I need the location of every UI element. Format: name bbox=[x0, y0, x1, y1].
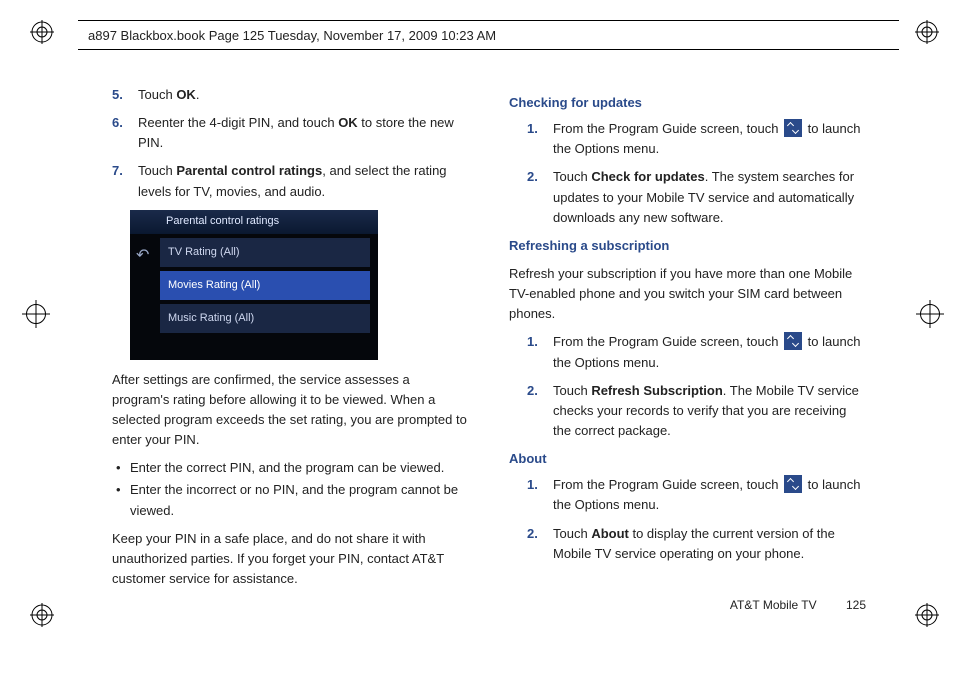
page-footer: AT&T Mobile TV 125 bbox=[730, 598, 866, 612]
step-number: 7. bbox=[112, 161, 138, 201]
list-item: 1.From the Program Guide screen, touch t… bbox=[527, 119, 866, 159]
screenshot-title: Parental control ratings bbox=[130, 210, 378, 234]
step-number: 6. bbox=[112, 113, 138, 153]
step-body: From the Program Guide screen, touch to … bbox=[553, 119, 866, 159]
parental-ratings-screenshot: Parental control ratings ↶ TV Rating (Al… bbox=[130, 210, 378, 360]
paragraph: After settings are confirmed, the servic… bbox=[112, 370, 469, 451]
doc-header: a897 Blackbox.book Page 125 Tuesday, Nov… bbox=[78, 20, 899, 50]
step-number: 5. bbox=[112, 85, 138, 105]
options-icon bbox=[784, 475, 802, 493]
crop-target-icon bbox=[916, 300, 944, 328]
crop-target-icon bbox=[22, 300, 50, 328]
step-number: 1. bbox=[527, 119, 553, 159]
step-number: 1. bbox=[527, 475, 553, 515]
bold-term: OK bbox=[338, 115, 358, 130]
bold-term: OK bbox=[176, 87, 196, 102]
list-item: 6.Reenter the 4-digit PIN, and touch OK … bbox=[112, 113, 469, 153]
crop-mark-icon bbox=[30, 603, 54, 627]
step-number: 2. bbox=[527, 381, 553, 441]
step-body: Touch Check for updates. The system sear… bbox=[553, 167, 866, 227]
options-icon bbox=[784, 119, 802, 137]
step-body: From the Program Guide screen, touch to … bbox=[553, 475, 866, 515]
list-item: 1.From the Program Guide screen, touch t… bbox=[527, 475, 866, 515]
list-item: 2.Touch About to display the current ver… bbox=[527, 524, 866, 564]
footer-section: AT&T Mobile TV bbox=[730, 598, 817, 612]
step-number: 2. bbox=[527, 524, 553, 564]
crop-mark-icon bbox=[915, 603, 939, 627]
doc-header-text: a897 Blackbox.book Page 125 Tuesday, Nov… bbox=[88, 28, 496, 43]
paragraph: Refresh your subscription if you have mo… bbox=[509, 264, 866, 324]
screenshot-row: TV Rating (All) bbox=[160, 238, 370, 267]
step-number: 1. bbox=[527, 332, 553, 372]
step-body: Reenter the 4-digit PIN, and touch OK to… bbox=[138, 113, 469, 153]
crop-mark-icon bbox=[30, 20, 54, 44]
section-heading: Refreshing a subscription bbox=[509, 236, 866, 256]
step-body: Touch About to display the current versi… bbox=[553, 524, 866, 564]
bullet-item: Enter the incorrect or no PIN, and the p… bbox=[116, 480, 469, 520]
footer-page: 125 bbox=[846, 598, 866, 612]
step-body: Touch Parental control ratings, and sele… bbox=[138, 161, 469, 201]
screenshot-row: Movies Rating (All) bbox=[160, 271, 370, 300]
list-item: 7.Touch Parental control ratings, and se… bbox=[112, 161, 469, 201]
step-body: Touch OK. bbox=[138, 85, 469, 105]
step-body: From the Program Guide screen, touch to … bbox=[553, 332, 866, 372]
right-column: Checking for updates1.From the Program G… bbox=[509, 85, 866, 592]
list-item: 5.Touch OK. bbox=[112, 85, 469, 105]
bullet-item: Enter the correct PIN, and the program c… bbox=[116, 458, 469, 478]
options-icon bbox=[784, 332, 802, 350]
bold-term: Parental control ratings bbox=[176, 163, 322, 178]
crop-mark-icon bbox=[915, 20, 939, 44]
back-arrow-icon: ↶ bbox=[136, 244, 154, 262]
section-heading: About bbox=[509, 449, 866, 469]
paragraph: Keep your PIN in a safe place, and do no… bbox=[112, 529, 469, 589]
section-heading: Checking for updates bbox=[509, 93, 866, 113]
list-item: 2.Touch Check for updates. The system se… bbox=[527, 167, 866, 227]
left-column: 5.Touch OK.6.Reenter the 4-digit PIN, an… bbox=[112, 85, 469, 592]
list-item: 1.From the Program Guide screen, touch t… bbox=[527, 332, 866, 372]
step-number: 2. bbox=[527, 167, 553, 227]
step-body: Touch Refresh Subscription. The Mobile T… bbox=[553, 381, 866, 441]
bold-term: About bbox=[591, 526, 629, 541]
bold-term: Check for updates bbox=[591, 169, 704, 184]
bold-term: Refresh Subscription bbox=[591, 383, 722, 398]
page-body: 5.Touch OK.6.Reenter the 4-digit PIN, an… bbox=[112, 85, 866, 592]
screenshot-row: Music Rating (All) bbox=[160, 304, 370, 333]
list-item: 2.Touch Refresh Subscription. The Mobile… bbox=[527, 381, 866, 441]
